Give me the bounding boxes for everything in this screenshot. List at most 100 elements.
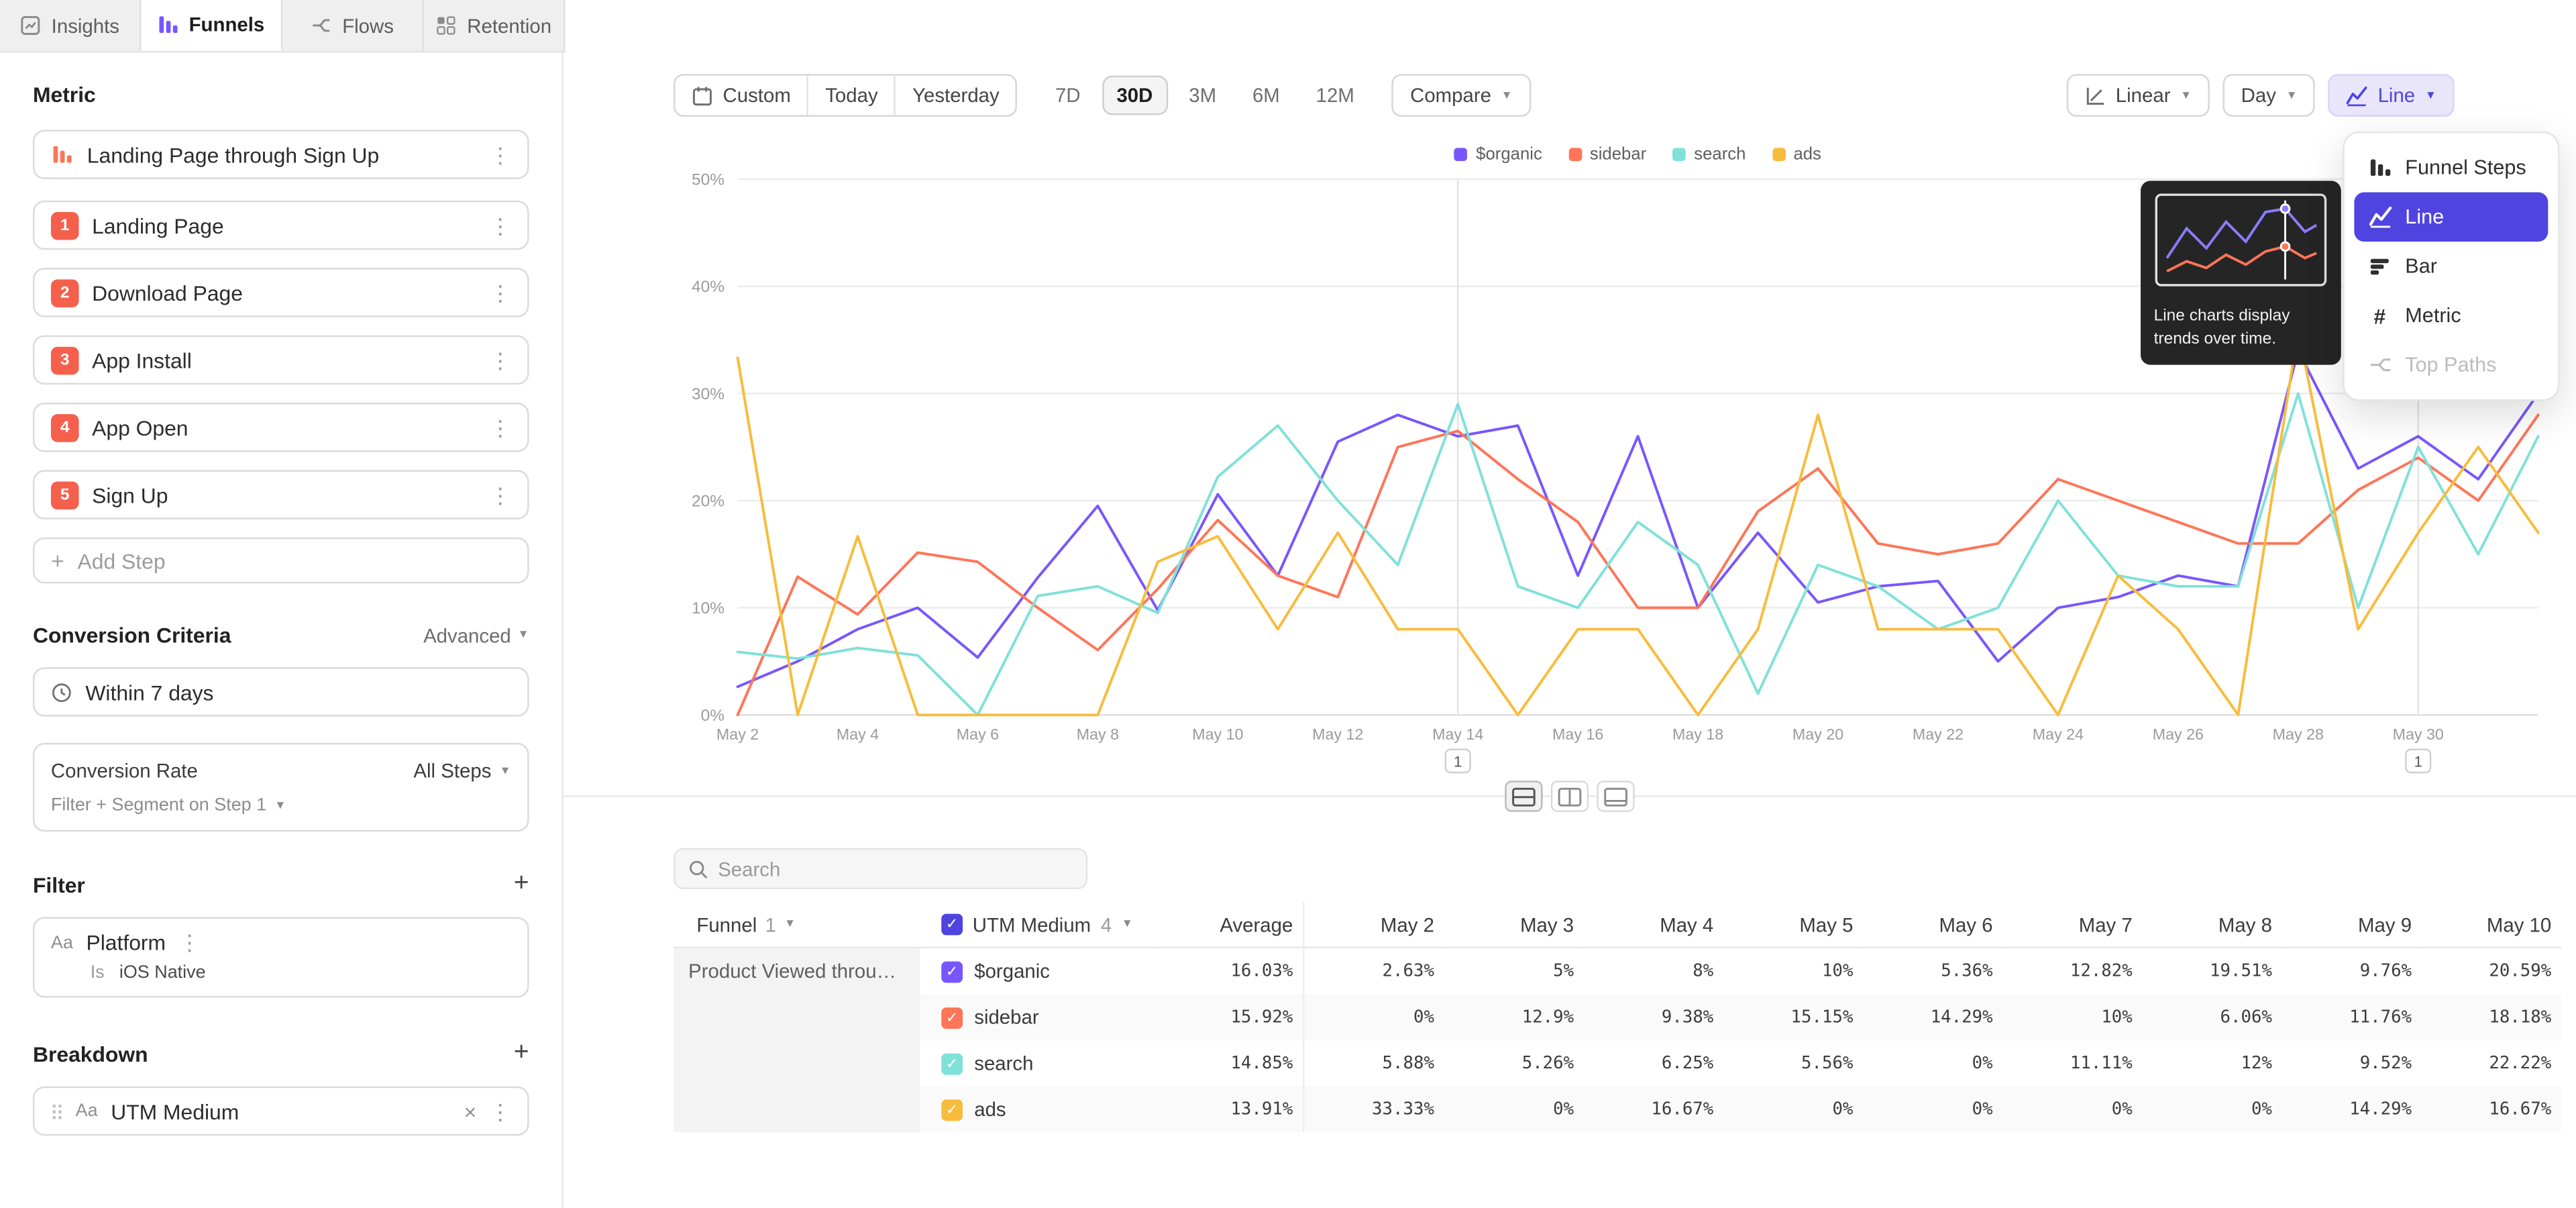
funnel-step[interactable]: 3App Install⋮	[33, 336, 529, 385]
legend-item[interactable]: ads	[1772, 145, 1821, 164]
granularity-dropdown[interactable]: Day▼	[2223, 74, 2316, 117]
date-column-header: May 9	[2282, 902, 2422, 948]
filter-segment-dropdown[interactable]: Filter + Segment on Step 1▼	[51, 795, 511, 815]
kebab-menu-icon[interactable]: ⋮	[490, 484, 511, 505]
menu-item-metric[interactable]: #Metric	[2354, 291, 2548, 340]
tab-retention[interactable]: Retention	[424, 0, 566, 51]
add-breakdown-button[interactable]: +	[514, 1040, 529, 1066]
filter-value[interactable]: iOS Native	[119, 963, 206, 983]
kebab-menu-icon[interactable]: ⋮	[490, 215, 511, 236]
breakdown-column-header[interactable]: ✓UTM Medium4▼	[920, 902, 1153, 948]
filter-card-platform[interactable]: Aa Platform ⋮ Is iOS Native	[33, 917, 529, 998]
svg-text:May 22: May 22	[1913, 725, 1964, 743]
table-value: 12%	[2142, 1040, 2282, 1087]
range-6m-button[interactable]: 6M	[1238, 76, 1295, 115]
range-12m-button[interactable]: 12M	[1301, 76, 1369, 115]
kebab-menu-icon[interactable]: ⋮	[490, 282, 511, 303]
top-paths-icon	[2367, 354, 2392, 376]
table-value: 14.29%	[1863, 995, 2002, 1041]
table-value: 0%	[1723, 1087, 1863, 1133]
layout-split-horizontal-button[interactable]	[1505, 781, 1542, 812]
funnel-column-header[interactable]: Funnel1▼	[674, 902, 920, 948]
step-number-badge: 2	[51, 279, 79, 307]
legend-item[interactable]: search	[1672, 145, 1746, 164]
remove-breakdown-icon[interactable]: ×	[464, 1099, 477, 1123]
series-checkbox[interactable]: ✓	[941, 1053, 963, 1074]
scale-dropdown[interactable]: Linear▼	[2066, 74, 2210, 117]
all-steps-dropdown[interactable]: All Steps▼	[413, 759, 511, 782]
layout-split-vertical-button[interactable]	[1551, 781, 1589, 812]
funnel-step[interactable]: 1Landing Page⋮	[33, 201, 529, 250]
menu-item-bar[interactable]: Bar	[2354, 242, 2548, 291]
series-row-label[interactable]: ✓ sidebar	[920, 995, 1153, 1041]
conversion-window-card[interactable]: Within 7 days	[33, 667, 529, 716]
table-value: 14.29%	[2282, 1087, 2422, 1133]
add-filter-button[interactable]: +	[514, 871, 529, 897]
range-3m-button[interactable]: 3M	[1174, 76, 1231, 115]
today-button[interactable]: Today	[807, 76, 894, 115]
menu-item-line[interactable]: Line	[2354, 193, 2548, 242]
funnel-metric-card[interactable]: Landing Page through Sign Up ⋮	[33, 130, 529, 179]
tab-flows[interactable]: Flows	[282, 0, 424, 51]
table-value: 12.9%	[1444, 995, 1584, 1041]
add-step-button[interactable]: + Add Step	[33, 538, 529, 584]
chevron-down-icon: ▼	[1122, 919, 1133, 930]
kebab-menu-icon[interactable]: ⋮	[490, 144, 511, 165]
range-7d-button[interactable]: 7D	[1040, 76, 1095, 115]
series-checkbox[interactable]: ✓	[941, 960, 963, 982]
series-row-label[interactable]: ✓ads	[920, 1087, 1153, 1133]
legend-label: search	[1694, 145, 1746, 164]
table-value: 0%	[1863, 1040, 2002, 1087]
layout-table-only-button[interactable]	[1597, 781, 1634, 812]
table-value: 0%	[1444, 1087, 1584, 1133]
kebab-menu-icon[interactable]: ⋮	[179, 932, 201, 954]
range-30d-button[interactable]: 30D	[1102, 76, 1167, 115]
step-label: Download Page	[92, 281, 476, 305]
advanced-dropdown[interactable]: Advanced▼	[423, 623, 529, 646]
compare-button[interactable]: Compare▼	[1392, 74, 1530, 117]
funnel-step[interactable]: 5Sign Up⋮	[33, 470, 529, 519]
legend-swatch	[1772, 148, 1786, 161]
search-input[interactable]	[718, 857, 1073, 880]
kebab-menu-icon[interactable]: ⋮	[490, 1101, 511, 1122]
series-checkbox[interactable]: ✓	[941, 1007, 963, 1028]
legend-item[interactable]: $organic	[1454, 145, 1542, 164]
series-row-label[interactable]: ✓ search	[920, 1040, 1153, 1087]
table-value: 5.26%	[1444, 1040, 1584, 1087]
tab-insights[interactable]: Insights	[0, 0, 142, 51]
menu-item-top-paths: Top Paths	[2354, 340, 2548, 389]
series-checkbox[interactable]: ✓	[941, 1099, 963, 1120]
kebab-menu-icon[interactable]: ⋮	[490, 417, 511, 438]
menu-item-funnel-steps[interactable]: Funnel Steps	[2354, 143, 2548, 192]
chart-type-dropdown[interactable]: Line▼	[2328, 74, 2455, 117]
series-name: sidebar	[974, 1006, 1038, 1029]
table-value: 20.59%	[2422, 948, 2561, 995]
legend-item[interactable]: sidebar	[1568, 145, 1646, 164]
kebab-menu-icon[interactable]: ⋮	[490, 349, 511, 370]
breakdown-card-utm-medium[interactable]: Aa UTM Medium × ⋮	[33, 1087, 529, 1136]
table-value: 9.52%	[2282, 1040, 2422, 1087]
table-value: 11.11%	[2002, 1040, 2142, 1087]
table-group-cell[interactable]: Product Viewed through P…	[674, 948, 920, 1132]
table-value: 0%	[2142, 1087, 2282, 1133]
funnel-step[interactable]: 4App Open⋮	[33, 403, 529, 452]
layout-toggles	[564, 781, 2576, 812]
bar-icon	[2367, 255, 2392, 278]
metric-heading: Metric	[33, 82, 529, 107]
series-name: search	[974, 1052, 1033, 1074]
svg-text:May 26: May 26	[2153, 725, 2204, 743]
property-type-badge: Aa	[76, 1101, 98, 1121]
tab-funnels[interactable]: Funnels	[142, 0, 283, 51]
filter-operator[interactable]: Is	[91, 963, 105, 983]
funnel-title: Landing Page through Sign Up	[87, 142, 476, 167]
series-row-label[interactable]: ✓$organic	[920, 948, 1153, 995]
app-window: Insights Funnels Flows Retention Metric	[0, 0, 2576, 1208]
svg-text:May 8: May 8	[1077, 725, 1119, 743]
yesterday-button[interactable]: Yesterday	[894, 76, 1016, 115]
breakdown-checkbox[interactable]: ✓	[941, 914, 963, 936]
custom-range-button[interactable]: Custom	[676, 76, 808, 115]
funnel-header-label: Funnel	[696, 913, 757, 936]
legend-label: $organic	[1476, 145, 1542, 164]
funnel-step[interactable]: 2 Download Page ⋮	[33, 268, 529, 317]
drag-handle-icon[interactable]	[51, 1102, 62, 1120]
